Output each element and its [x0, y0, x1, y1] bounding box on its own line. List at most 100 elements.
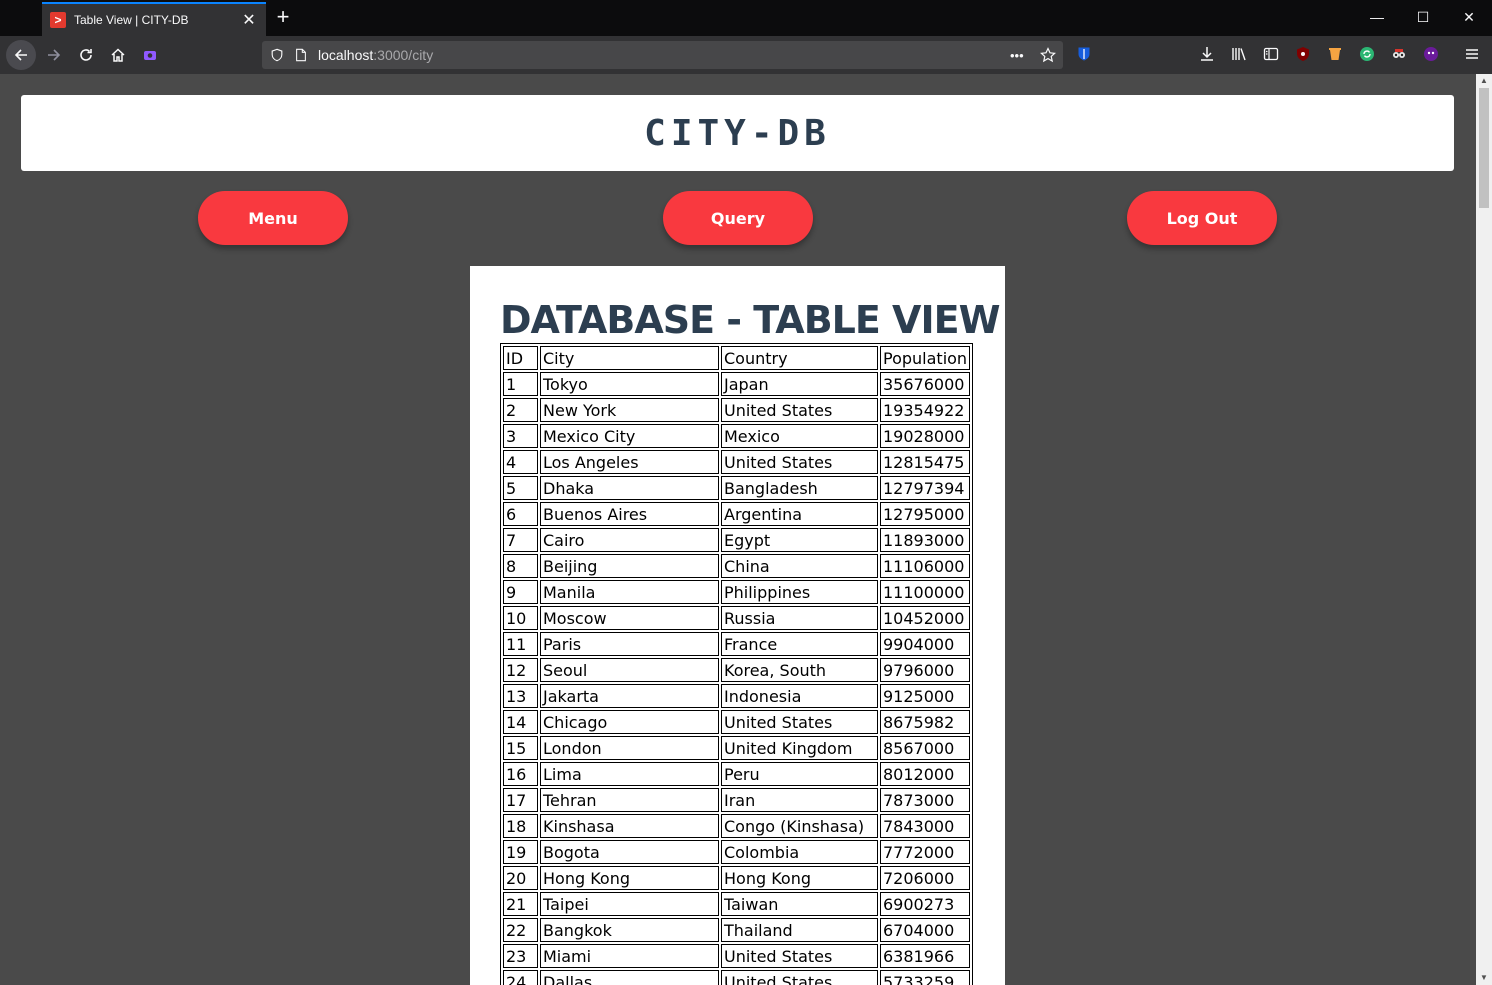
cell-population: 35676000	[880, 372, 971, 396]
ublock-extension-button[interactable]	[1294, 45, 1312, 63]
cell-city: Chicago	[540, 710, 719, 734]
cell-id: 15	[503, 736, 538, 760]
table-row: 10 Moscow Russia 10452000	[503, 606, 971, 630]
app-menu-button[interactable]	[1463, 45, 1481, 63]
cell-id: 7	[503, 528, 538, 552]
cookie-extension-button[interactable]	[1326, 45, 1344, 63]
url-host: localhost	[318, 47, 374, 63]
cell-population: 11100000	[880, 580, 971, 604]
tab-title: Table View | CITY-DB	[74, 13, 189, 27]
page-actions-icon[interactable]: •••	[1010, 48, 1024, 63]
cell-id: 23	[503, 944, 538, 968]
table-row: 8 Beijing China 11106000	[503, 554, 971, 578]
close-window-button[interactable]: ✕	[1446, 0, 1492, 34]
vertical-scrollbar[interactable]: ▲ ▼	[1476, 74, 1492, 985]
address-bar[interactable]: localhost:3000/city •••	[262, 41, 1063, 69]
table-header-row: ID City Country Population	[503, 346, 971, 370]
library-icon	[1232, 48, 1246, 61]
cell-country: United Kingdom	[721, 736, 878, 760]
cell-country: United States	[721, 398, 878, 422]
privacy-badger-extension-button[interactable]	[1390, 45, 1408, 63]
cell-country: Thailand	[721, 918, 878, 942]
hamburger-menu-icon	[1466, 49, 1478, 59]
cell-country: Colombia	[721, 840, 878, 864]
bookmark-star-icon[interactable]	[1040, 47, 1056, 63]
back-button[interactable]	[6, 40, 36, 70]
cell-id: 10	[503, 606, 538, 630]
cell-id: 24	[503, 970, 538, 985]
sync-extension-button[interactable]	[1358, 45, 1376, 63]
shield-icon	[271, 48, 283, 62]
cell-population: 19354922	[880, 398, 971, 422]
cell-country: Argentina	[721, 502, 878, 526]
cell-population: 6381966	[880, 944, 971, 968]
trash-cup-icon	[1329, 48, 1341, 60]
minimize-button[interactable]: —	[1354, 0, 1400, 34]
sidebar-button[interactable]	[1262, 45, 1280, 63]
tab-strip: > Table View | CITY-DB ✕ + — ☐ ✕	[0, 0, 1492, 36]
cell-population: 12797394	[880, 476, 971, 500]
site-title: CITY-DB	[644, 112, 831, 154]
logout-button[interactable]: Log Out	[1127, 191, 1277, 245]
table-row: 24 Dallas United States 5733259	[503, 970, 971, 985]
table-row: 2 New York United States 19354922	[503, 398, 971, 422]
scroll-up-arrow-icon[interactable]: ▲	[1476, 74, 1492, 88]
cell-city: Buenos Aires	[540, 502, 719, 526]
new-tab-button[interactable]: +	[272, 6, 294, 28]
sync-circle-icon	[1360, 47, 1374, 61]
active-tab[interactable]: > Table View | CITY-DB ✕	[42, 2, 266, 36]
cell-country: United States	[721, 710, 878, 734]
cell-city: Dallas	[540, 970, 719, 985]
cell-city: Dhaka	[540, 476, 719, 500]
cell-id: 3	[503, 424, 538, 448]
screenshot-extension-button[interactable]	[135, 40, 165, 70]
cell-country: Bangladesh	[721, 476, 878, 500]
cell-city: Bogota	[540, 840, 719, 864]
cell-id: 11	[503, 632, 538, 656]
cell-population: 6900273	[880, 892, 971, 916]
cell-id: 4	[503, 450, 538, 474]
reload-button[interactable]	[71, 40, 101, 70]
cell-country: France	[721, 632, 878, 656]
bitwarden-shield-icon	[1078, 47, 1090, 61]
downloads-button[interactable]	[1198, 45, 1216, 63]
cell-country: Japan	[721, 372, 878, 396]
download-icon	[1201, 47, 1213, 61]
addon-extension-button[interactable]	[1422, 45, 1440, 63]
cell-city: Kinshasa	[540, 814, 719, 838]
camera-icon	[144, 51, 156, 60]
maximize-button[interactable]: ☐	[1400, 0, 1446, 34]
cell-id: 12	[503, 658, 538, 682]
table-row: 19 Bogota Colombia 7772000	[503, 840, 971, 864]
arrow-left-icon	[14, 49, 27, 61]
table-row: 20 Hong Kong Hong Kong 7206000	[503, 866, 971, 890]
column-header-city: City	[540, 346, 719, 370]
table-title: DATABASE - TABLE VIEW	[500, 298, 1000, 342]
cell-id: 8	[503, 554, 538, 578]
url-path: :3000/city	[373, 47, 434, 63]
cell-country: Peru	[721, 762, 878, 786]
reload-icon	[80, 49, 92, 61]
cell-country: United States	[721, 450, 878, 474]
table-row: 1 Tokyo Japan 35676000	[503, 372, 971, 396]
cell-country: Hong Kong	[721, 866, 878, 890]
cell-country: Indonesia	[721, 684, 878, 708]
cell-id: 5	[503, 476, 538, 500]
scrollbar-thumb[interactable]	[1479, 88, 1489, 208]
cell-population: 9125000	[880, 684, 971, 708]
cell-id: 18	[503, 814, 538, 838]
bitwarden-extension-button[interactable]	[1075, 45, 1093, 63]
forward-button[interactable]	[39, 40, 69, 70]
cell-population: 19028000	[880, 424, 971, 448]
purple-addon-icon	[1424, 47, 1438, 61]
column-header-population: Population	[880, 346, 971, 370]
library-button[interactable]	[1230, 45, 1248, 63]
menu-button[interactable]: Menu	[198, 191, 348, 245]
query-button[interactable]: Query	[663, 191, 813, 245]
cell-city: Miami	[540, 944, 719, 968]
cell-population: 6704000	[880, 918, 971, 942]
home-button[interactable]	[103, 40, 133, 70]
tab-close-icon[interactable]: ✕	[240, 10, 258, 30]
cell-id: 2	[503, 398, 538, 422]
scroll-down-arrow-icon[interactable]: ▼	[1476, 971, 1492, 985]
